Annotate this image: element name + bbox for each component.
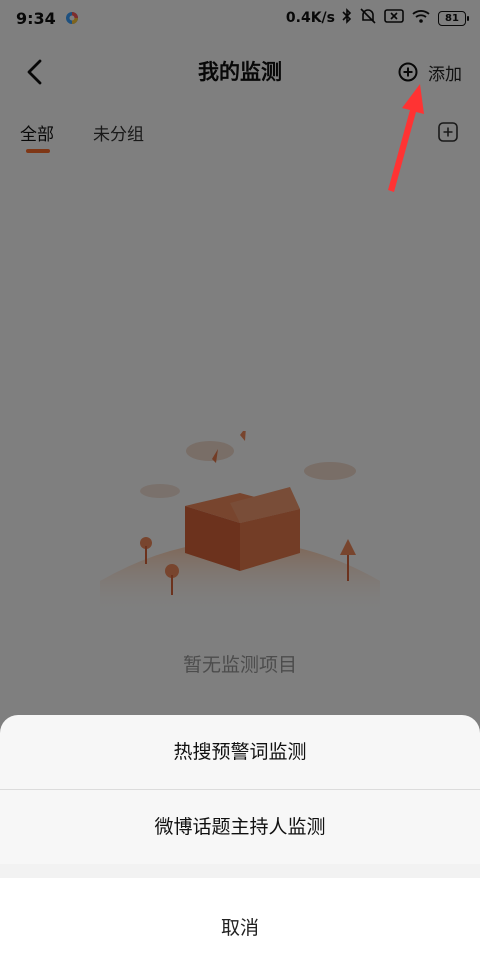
cancel-button[interactable]: 取消 — [0, 878, 480, 960]
hot-search-warning-option[interactable]: 热搜预警词监测 — [0, 715, 480, 790]
annotation-arrow-icon — [388, 84, 424, 192]
action-sheet: 热搜预警词监测 微博话题主持人监测 取消 — [0, 715, 480, 960]
topic-host-option[interactable]: 微博话题主持人监测 — [0, 790, 480, 864]
sheet-separator — [0, 864, 480, 878]
